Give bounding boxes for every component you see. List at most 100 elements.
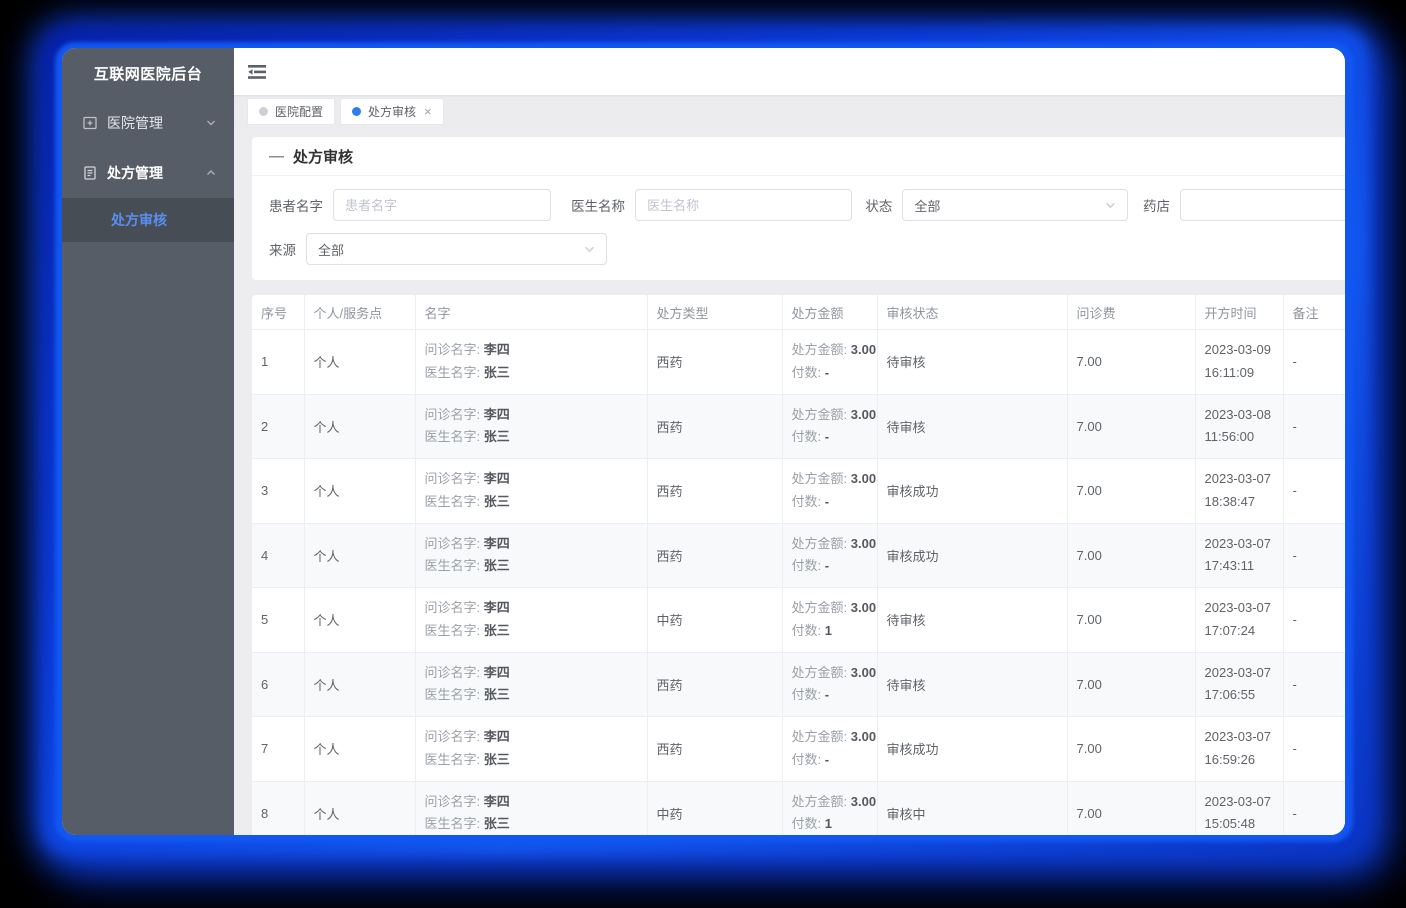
cell-type: 个人: [304, 459, 415, 524]
tab-status-dot: [259, 107, 268, 116]
tab-hospital-config[interactable]: 医院配置: [247, 98, 335, 125]
cell-seq: 5: [252, 588, 304, 653]
cell-type: 个人: [304, 652, 415, 717]
cell-time: 2023-03-07 15:05:48: [1195, 781, 1283, 835]
sidebar: 互联网医院后台 医院管理 处方管理 处方审核: [62, 48, 234, 835]
cell-name: 问诊名字: 李四 医生名字: 张三: [415, 781, 647, 835]
page-content: — 处方审核 患者名字 医生名称 状态 全部: [234, 128, 1345, 835]
cell-type: 个人: [304, 588, 415, 653]
cell-status: 审核成功: [877, 459, 1067, 524]
table-row: 4 个人 问诊名字: 李四 医生名字: 张三 西药 处方金额: 3.00 付数:…: [252, 523, 1345, 588]
cell-name: 问诊名字: 李四 医生名字: 张三: [415, 394, 647, 459]
cell-seq: 1: [252, 330, 304, 395]
app-title: 互联网医院后台: [62, 48, 234, 98]
cell-seq: 7: [252, 717, 304, 782]
column-header: 处方金额: [782, 295, 877, 330]
cell-time: 2023-03-07 16:59:26: [1195, 717, 1283, 782]
cell-status: 待审核: [877, 588, 1067, 653]
cell-fee: 7.00: [1067, 717, 1195, 782]
patient-name-label: 患者名字: [269, 195, 323, 215]
column-header: 问诊费: [1067, 295, 1195, 330]
table-row: 8 个人 问诊名字: 李四 医生名字: 张三 中药 处方金额: 3.00 付数:…: [252, 781, 1345, 835]
cell-seq: 3: [252, 459, 304, 524]
status-select[interactable]: 全部: [902, 189, 1128, 221]
cell-type: 个人: [304, 394, 415, 459]
patient-name-input[interactable]: [333, 189, 551, 221]
cell-name: 问诊名字: 李四 医生名字: 张三: [415, 588, 647, 653]
tab-status-dot: [352, 107, 361, 116]
filter-form: 患者名字 医生名称 状态 全部 药店: [252, 176, 1345, 280]
cell-fee: 7.00: [1067, 459, 1195, 524]
source-label: 来源: [269, 239, 296, 259]
cell-rx-type: 西药: [647, 330, 782, 395]
cell-amount: 处方金额: 3.00 付数: -: [782, 523, 877, 588]
cell-amount: 处方金额: 3.00 付数: -: [782, 717, 877, 782]
cell-fee: 7.00: [1067, 588, 1195, 653]
sidebar-item-label: 医院管理: [107, 113, 206, 133]
cell-remark: -: [1283, 781, 1345, 835]
status-select-value: 全部: [914, 196, 940, 215]
tab-bar: 医院配置 处方审核 ×: [234, 95, 1345, 128]
tab-close-icon[interactable]: ×: [424, 105, 432, 118]
cell-time: 2023-03-07 18:38:47: [1195, 459, 1283, 524]
column-header: 备注: [1283, 295, 1345, 330]
cell-name: 问诊名字: 李四 医生名字: 张三: [415, 459, 647, 524]
cell-status: 审核中: [877, 781, 1067, 835]
cell-amount: 处方金额: 3.00 付数: 1: [782, 781, 877, 835]
cell-type: 个人: [304, 781, 415, 835]
table-row: 5 个人 问诊名字: 李四 医生名字: 张三 中药 处方金额: 3.00 付数:…: [252, 588, 1345, 653]
prescription-management-icon: [82, 165, 98, 181]
chevron-down-icon: [206, 118, 216, 128]
sidebar-collapse-button[interactable]: [247, 62, 269, 82]
cell-status: 审核成功: [877, 717, 1067, 782]
cell-status: 审核成功: [877, 523, 1067, 588]
cell-rx-type: 中药: [647, 588, 782, 653]
filter-card: — 处方审核 患者名字 医生名称 状态 全部: [252, 137, 1345, 280]
cell-rx-type: 西药: [647, 717, 782, 782]
cell-time: 2023-03-07 17:43:11: [1195, 523, 1283, 588]
column-header: 审核状态: [877, 295, 1067, 330]
cell-name: 问诊名字: 李四 医生名字: 张三: [415, 652, 647, 717]
cell-rx-type: 中药: [647, 781, 782, 835]
cell-rx-type: 西药: [647, 652, 782, 717]
sidebar-item-prescription-review[interactable]: 处方审核: [62, 198, 234, 242]
cell-fee: 7.00: [1067, 330, 1195, 395]
cell-remark: -: [1283, 394, 1345, 459]
tab-prescription-review[interactable]: 处方审核 ×: [340, 98, 444, 125]
sidebar-item-hospital-management[interactable]: 医院管理: [62, 98, 234, 148]
column-header: 个人/服务点: [304, 295, 415, 330]
cell-time: 2023-03-07 17:07:24: [1195, 588, 1283, 653]
pharmacy-input[interactable]: [1180, 189, 1345, 221]
top-header-bar: [234, 48, 1345, 95]
page-title: 处方审核: [293, 146, 353, 167]
cell-type: 个人: [304, 717, 415, 782]
source-select[interactable]: 全部: [306, 233, 607, 265]
hospital-management-icon: [82, 115, 98, 131]
sidebar-item-label: 处方管理: [107, 163, 206, 183]
cell-name: 问诊名字: 李四 医生名字: 张三: [415, 717, 647, 782]
table-row: 3 个人 问诊名字: 李四 医生名字: 张三 西药 处方金额: 3.00 付数:…: [252, 459, 1345, 524]
menu-fold-icon: [247, 63, 267, 81]
cell-amount: 处方金额: 3.00 付数: -: [782, 330, 877, 395]
cell-remark: -: [1283, 588, 1345, 653]
chevron-down-icon: [1105, 200, 1116, 211]
column-header: 开方时间: [1195, 295, 1283, 330]
doctor-name-input[interactable]: [635, 189, 852, 221]
cell-status: 待审核: [877, 652, 1067, 717]
table-row: 2 个人 问诊名字: 李四 医生名字: 张三 西药 处方金额: 3.00 付数:…: [252, 394, 1345, 459]
chevron-down-icon: [584, 244, 595, 255]
cell-time: 2023-03-09 16:11:09: [1195, 330, 1283, 395]
cell-status: 待审核: [877, 330, 1067, 395]
collapse-panel-icon[interactable]: —: [269, 148, 284, 165]
sidebar-subitem-label: 处方审核: [111, 210, 167, 230]
column-header: 序号: [252, 295, 304, 330]
sidebar-item-prescription-management[interactable]: 处方管理: [62, 148, 234, 198]
cell-fee: 7.00: [1067, 394, 1195, 459]
cell-remark: -: [1283, 330, 1345, 395]
cell-time: 2023-03-07 17:06:55: [1195, 652, 1283, 717]
cell-status: 待审核: [877, 394, 1067, 459]
cell-fee: 7.00: [1067, 652, 1195, 717]
table-row: 7 个人 问诊名字: 李四 医生名字: 张三 西药 处方金额: 3.00 付数:…: [252, 717, 1345, 782]
cell-amount: 处方金额: 3.00 付数: -: [782, 459, 877, 524]
source-select-value: 全部: [318, 240, 344, 259]
